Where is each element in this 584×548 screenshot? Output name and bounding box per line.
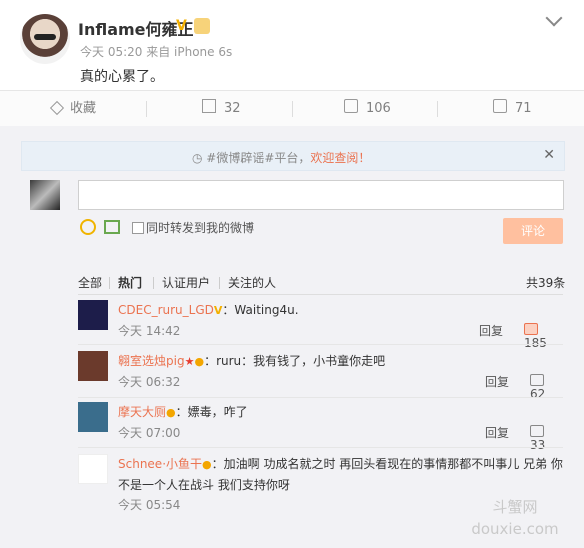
topic-prefix: #微博辟谣#平台，: [206, 151, 311, 165]
chevron-down-icon[interactable]: [545, 9, 563, 27]
thumb-up-icon: [530, 374, 544, 386]
post-meta: 今天 05:20 来自 iPhone 6s: [80, 45, 233, 59]
comment-time: 今天 14:42: [118, 324, 181, 338]
reply-button[interactable]: 回复: [485, 373, 509, 390]
repost-checkbox-label: 同时转发到我的微博: [146, 221, 255, 235]
filter-verified[interactable]: 认证用户: [162, 274, 210, 291]
commenter-avatar[interactable]: [78, 454, 108, 484]
topic-notice: ◷ #微博辟谣#平台，欢迎查阅！ ✕: [21, 141, 565, 171]
comment-count: 106: [366, 101, 391, 116]
filter-all[interactable]: 全部: [78, 274, 102, 291]
comment-total: 共39条: [526, 276, 566, 290]
commenter-name[interactable]: 摩天大厕: [118, 405, 166, 419]
commenter-avatar[interactable]: [78, 300, 108, 330]
comment-body: ：ruru：我有钱了，小书童你走吧: [204, 354, 386, 368]
emoji-icon[interactable]: [80, 219, 96, 235]
watermark: 斗蟹网 douxie.com: [471, 498, 559, 538]
balloon-icon: ●: [166, 406, 176, 419]
filter-hot[interactable]: 热门: [118, 274, 142, 291]
current-user-avatar: [30, 180, 60, 210]
topic-text: ◷ #微博辟谣#平台，欢迎查阅！: [192, 149, 370, 166]
comment-item: CDEC_ruru_LGDV：Waiting4u. 今天 14:42 回复 18…: [78, 300, 563, 350]
like-count: 71: [515, 101, 532, 116]
commenter-name[interactable]: Schnee·小鱼干: [118, 457, 202, 471]
medal-icon: [194, 18, 210, 34]
comment-item: 摩天大厕●：嫖毒，咋了 今天 07:00 回复 33: [78, 402, 563, 452]
thumb-up-icon: [530, 425, 544, 437]
thumb-up-icon: [524, 323, 538, 335]
like-button[interactable]: 71: [493, 91, 532, 127]
comment-input[interactable]: [78, 180, 564, 210]
star-icon: [49, 100, 65, 116]
star-badge-icon: ★: [184, 355, 195, 368]
commenter-name[interactable]: 翱室选烛pig: [118, 354, 185, 368]
comment-text: CDEC_ruru_LGDV：Waiting4u.: [118, 300, 299, 321]
comment-time: 今天 07:00: [118, 426, 181, 440]
reply-button[interactable]: 回复: [485, 424, 509, 441]
comment-area: ◷ #微博辟谣#平台，欢迎查阅！ ✕ 同时转发到我的微博 评论 全部 热门 认证…: [0, 126, 584, 548]
repost-count: 32: [224, 101, 241, 116]
comment-text: Schnee·小鱼干●：加油啊 功成名就之时 再回头看现在的事情那都不叫事儿 兄…: [118, 454, 563, 495]
hashtag-icon: ◷: [192, 151, 207, 165]
topic-link[interactable]: 欢迎查阅！: [310, 151, 370, 165]
balloon-icon: ●: [194, 355, 205, 368]
post-text: 真的心累了。: [80, 69, 164, 85]
comment-button[interactable]: 106: [344, 91, 391, 127]
commenter-name[interactable]: CDEC_ruru_LGD: [118, 303, 214, 317]
comment-time: 今天 05:54: [118, 498, 181, 512]
repost-checkbox[interactable]: [132, 222, 144, 234]
comment-text: 摩天大厕●：嫖毒，咋了: [118, 402, 248, 423]
comment-time: 今天 06:32: [118, 375, 181, 389]
comment-like-button[interactable]: 185: [524, 322, 563, 350]
thumb-up-icon: [493, 99, 507, 113]
comment-body: ：Waiting4u.: [222, 303, 299, 317]
comment-like-count: 185: [524, 336, 547, 350]
author-avatar[interactable]: [20, 14, 70, 64]
comment-text: 翱室选烛pig★●：ruru：我有钱了，小书童你走吧: [118, 351, 385, 372]
repost-icon: [202, 99, 216, 113]
weibo-post-card: Inflame何雍正 V 今天 05:20 来自 iPhone 6s 真的心累了…: [0, 0, 584, 548]
close-icon[interactable]: ✕: [543, 147, 555, 163]
favorite-label: 收藏: [70, 101, 97, 116]
commenter-avatar[interactable]: [78, 351, 108, 381]
comment-body: ：嫖毒，咋了: [175, 405, 248, 419]
verified-icon: V: [176, 18, 187, 34]
favorite-button[interactable]: 收藏: [49, 91, 97, 127]
repost-button[interactable]: 32: [202, 91, 241, 127]
comment-icon: [344, 99, 358, 113]
balloon-icon: ●: [202, 458, 212, 471]
action-bar: 收藏 32 106 71: [0, 90, 584, 128]
comment-like-count: 33: [530, 438, 546, 452]
reply-button[interactable]: 回复: [479, 322, 503, 339]
comment-item: 翱室选烛pig★●：ruru：我有钱了，小书童你走吧 今天 06:32 回复 6…: [78, 351, 563, 401]
filter-following[interactable]: 关注的人: [228, 274, 276, 291]
comment-like-count: 62: [530, 387, 546, 401]
commenter-avatar[interactable]: [78, 402, 108, 432]
image-icon[interactable]: [104, 220, 120, 234]
submit-comment-button[interactable]: 评论: [503, 218, 563, 244]
